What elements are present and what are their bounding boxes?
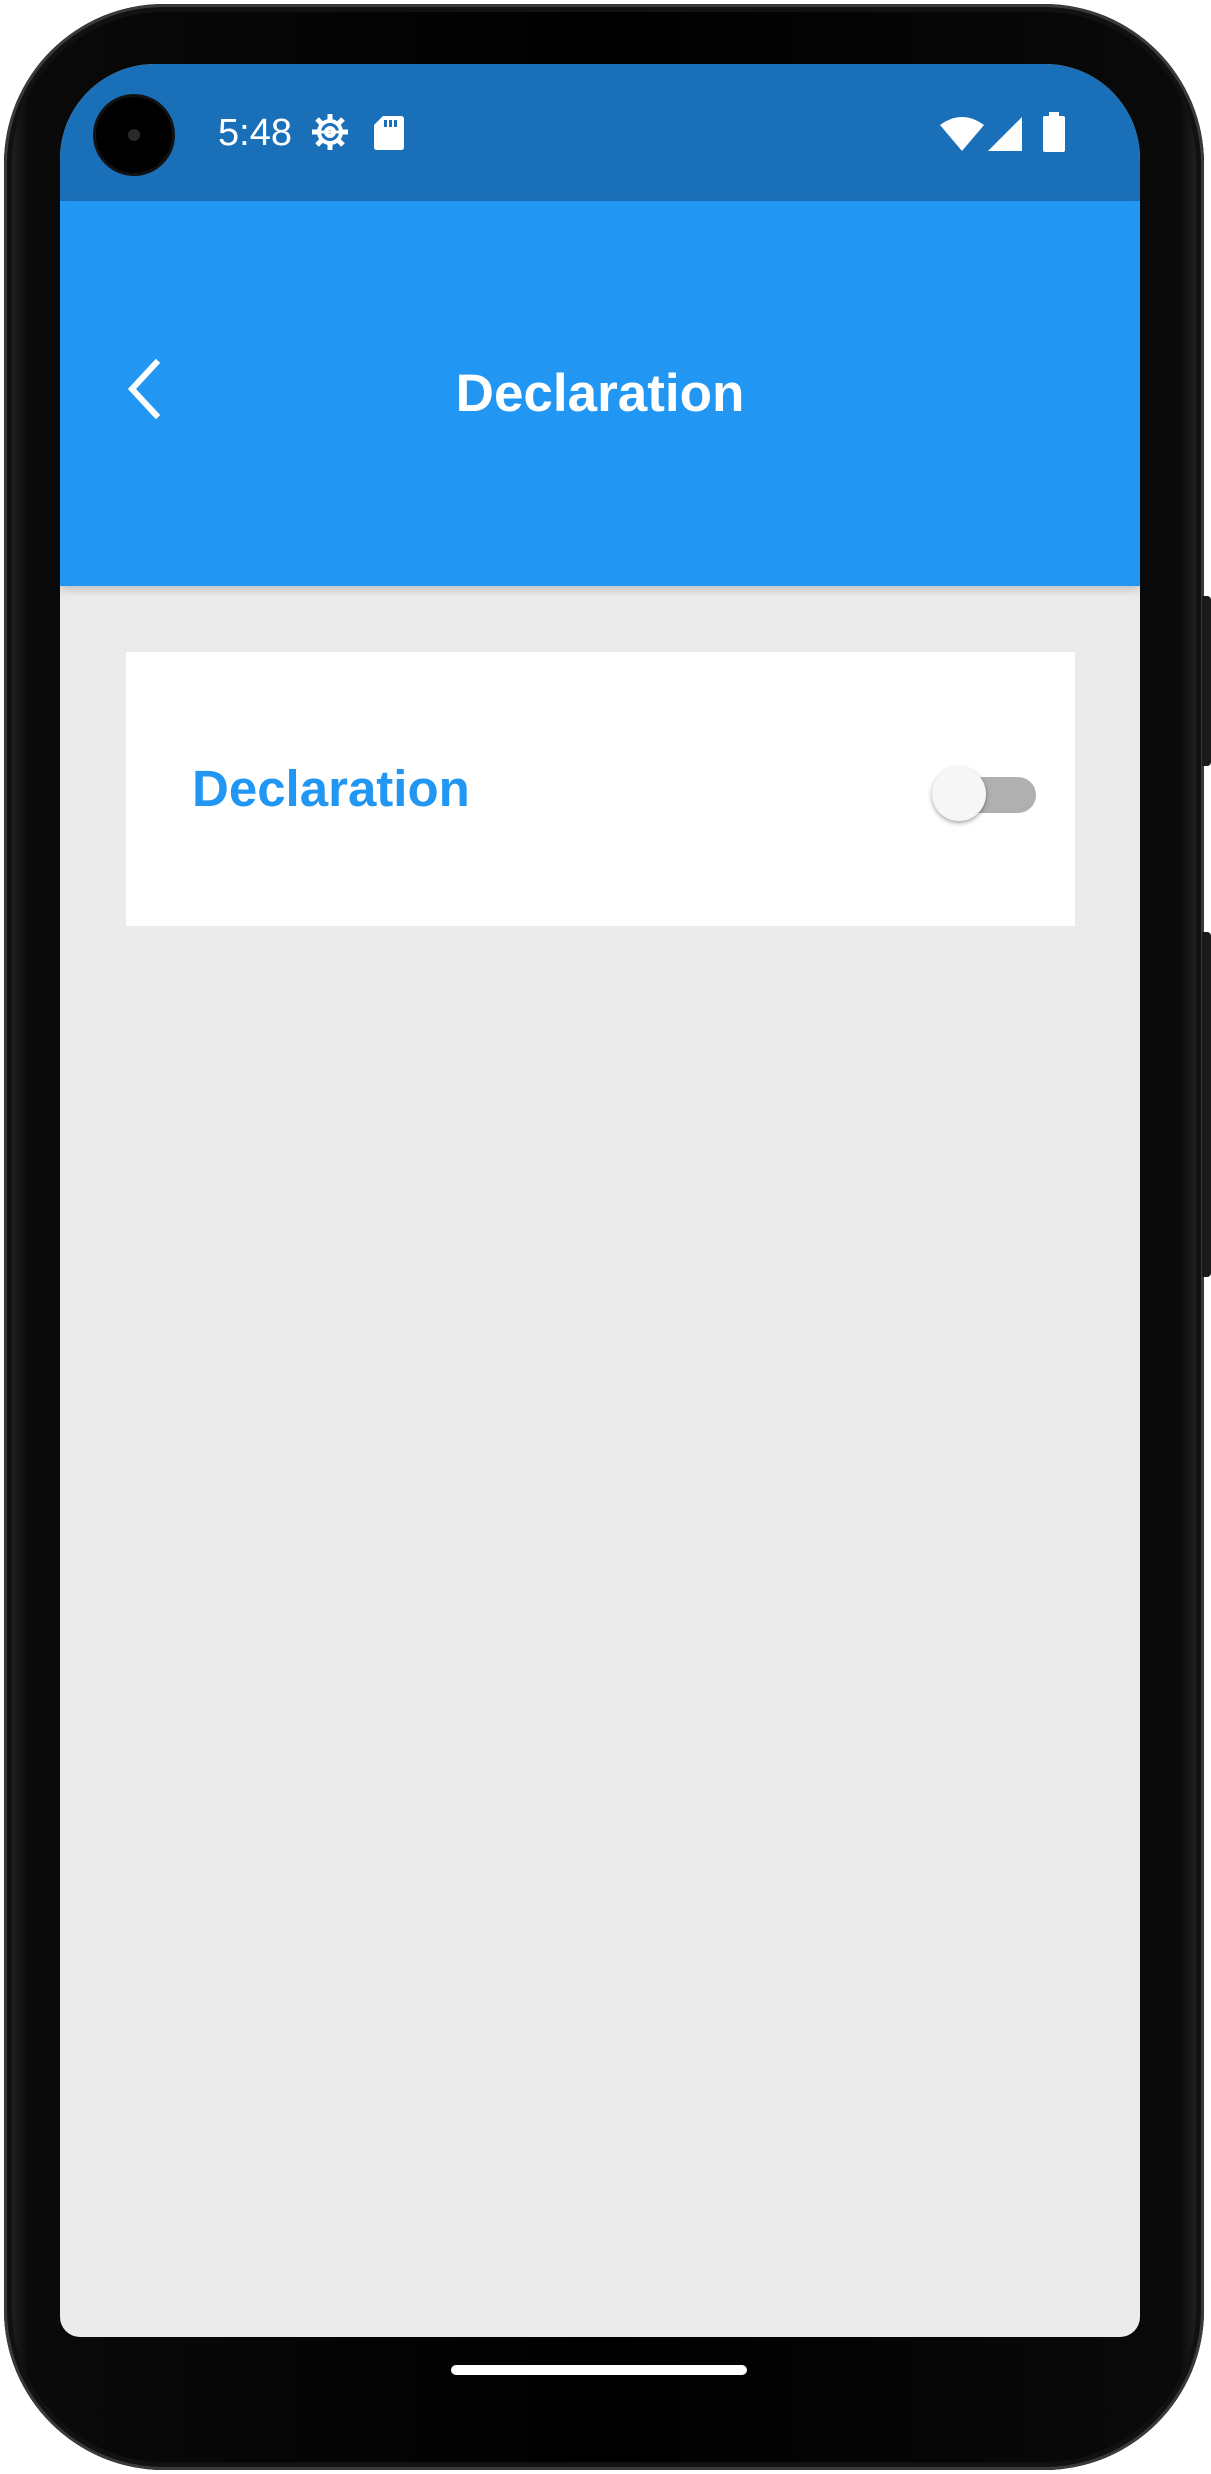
power-button: [1202, 596, 1211, 766]
status-time: 5:48: [218, 112, 292, 154]
declaration-card: Declaration: [126, 652, 1075, 926]
declaration-label: Declaration: [192, 760, 470, 817]
battery-icon: [1043, 112, 1065, 157]
wifi-icon: [940, 117, 984, 156]
declaration-toggle[interactable]: [932, 759, 1042, 821]
home-indicator[interactable]: [451, 2365, 747, 2375]
toggle-thumb: [932, 767, 986, 821]
settings-gear-icon: [310, 112, 350, 157]
app-bar: Declaration: [60, 201, 1140, 586]
page-title: Declaration: [455, 364, 745, 423]
front-camera: [96, 97, 172, 173]
sd-card-icon: [374, 116, 404, 155]
screen: 5:48 Declaration Declaration: [60, 64, 1140, 2337]
volume-button: [1202, 932, 1211, 1277]
status-bar: 5:48: [60, 64, 1140, 201]
cellular-signal-icon: [988, 117, 1022, 156]
